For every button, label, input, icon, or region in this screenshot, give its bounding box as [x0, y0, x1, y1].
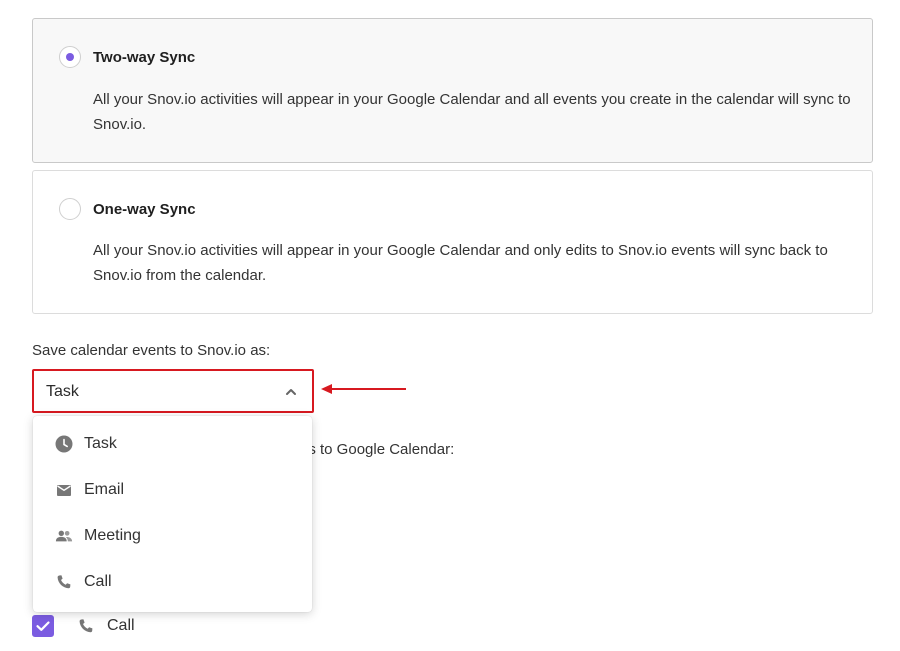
dropdown-option-label: Meeting: [84, 527, 141, 544]
one-way-sync-description: All your Snov.io activities will appear …: [93, 242, 828, 284]
call-checkbox[interactable]: [32, 615, 54, 637]
save-as-label: Save calendar events to Snov.io as:: [32, 342, 271, 359]
chevron-up-icon: [286, 389, 296, 395]
dropdown-option-email[interactable]: Email: [33, 467, 312, 513]
one-way-sync-radio[interactable]: [59, 198, 81, 220]
two-way-sync-radio[interactable]: [59, 46, 81, 68]
dropdown-option-label: Email: [84, 481, 125, 498]
dropdown-option-call[interactable]: Call: [33, 559, 312, 605]
checkmark-icon: [36, 621, 50, 631]
clock-icon: [55, 435, 73, 453]
save-as-dropdown-menu: Task Email Meeting Call: [33, 416, 312, 612]
phone-icon: [79, 619, 93, 633]
call-checkbox-label: Call: [107, 617, 135, 634]
dropdown-option-label: Task: [84, 435, 117, 452]
dropdown-option-task[interactable]: Task: [33, 421, 312, 467]
phone-icon: [57, 575, 71, 589]
sync-option-two-way[interactable]: Two-way Sync All your Snov.io activities…: [32, 18, 873, 163]
dropdown-option-meeting[interactable]: Meeting: [33, 513, 312, 559]
sync-activities-label: es to Google Calendar:: [300, 441, 455, 458]
sync-option-one-way[interactable]: One-way Sync All your Snov.io activities…: [32, 170, 873, 314]
one-way-sync-title: One-way Sync: [93, 201, 196, 218]
two-way-sync-title: Two-way Sync: [93, 49, 196, 66]
dropdown-option-label: Call: [84, 573, 112, 590]
save-as-select[interactable]: Task: [32, 369, 314, 413]
two-way-sync-description: All your Snov.io activities will appear …: [93, 91, 851, 133]
people-icon: [55, 530, 73, 542]
envelope-icon: [57, 485, 71, 496]
annotation-arrow-icon: [321, 384, 406, 394]
save-as-selected-value: Task: [46, 383, 79, 400]
